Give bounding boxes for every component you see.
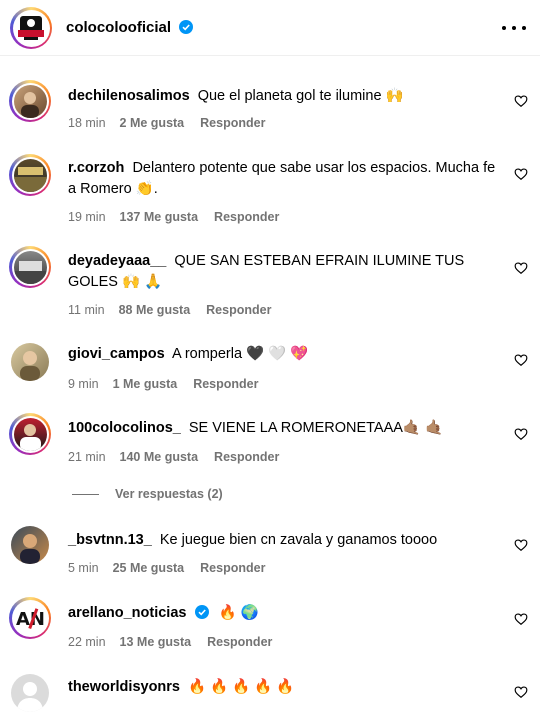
comment-body: 🔥 🔥 🔥 🔥 🔥 [188, 679, 295, 695]
comment-username[interactable]: dechilenosalimos [68, 88, 190, 104]
heart-icon[interactable] [514, 261, 528, 275]
comment-likes[interactable]: 13 Me gusta [120, 635, 192, 649]
comment-meta: 11 min 88 Me gusta Responder [68, 303, 271, 317]
comment-username[interactable]: _bsvtnn.13_ [68, 532, 152, 548]
heart-icon[interactable] [514, 94, 528, 108]
reply-button[interactable]: Responder [207, 635, 272, 649]
comment-meta: 22 min 13 Me gusta Responder [68, 635, 272, 649]
comment-time: 5 min [68, 561, 99, 575]
avatar[interactable] [11, 343, 49, 381]
comment-username[interactable]: giovi_campos [68, 346, 165, 362]
avatar[interactable] [11, 674, 49, 712]
avatar[interactable] [9, 154, 51, 196]
comment-likes[interactable]: 140 Me gusta [120, 450, 199, 464]
comment-text: giovi_campos A romperla 🖤 🤍 💖 [68, 344, 496, 365]
comment-body: Delantero potente que sabe usar los espa… [68, 160, 496, 197]
post-author-name[interactable]: colocolooficial [66, 19, 171, 36]
comment-body: SE VIENE LA ROMERONETAAA🤙🏽 🤙🏽 [188, 420, 444, 436]
heart-icon[interactable] [514, 685, 528, 699]
replies-divider [72, 493, 99, 495]
comment-likes[interactable]: 2 Me gusta [120, 116, 185, 130]
post-author-username[interactable]: colocolooficial [66, 19, 194, 36]
reply-button[interactable]: Responder [206, 303, 271, 317]
more-options-icon[interactable] [502, 18, 526, 38]
comment-body: A romperla 🖤 🤍 💖 [171, 346, 309, 362]
comment-body: Que el planeta gol te ilumine 🙌 [197, 88, 404, 104]
comment-meta: 19 min 137 Me gusta Responder [68, 210, 279, 224]
avatar[interactable]: AN [9, 597, 51, 639]
verified-badge-icon [194, 605, 209, 619]
comment-username[interactable]: deyadeyaaa__ [68, 253, 166, 269]
post-author-avatar[interactable] [10, 7, 52, 49]
comment-likes[interactable]: 25 Me gusta [113, 561, 185, 575]
verified-badge-icon [179, 20, 194, 34]
comment-time: 22 min [68, 635, 106, 649]
comment-likes[interactable]: 1 Me gusta [113, 377, 178, 391]
comment-username[interactable]: arellano_noticias [68, 605, 186, 621]
comment-time: 19 min [68, 210, 106, 224]
comment-body: Ke juegue bien cn zavala y ganamos toooo [159, 532, 438, 548]
avatar[interactable] [9, 246, 51, 288]
comment-likes[interactable]: 137 Me gusta [120, 210, 199, 224]
post-header: colocolooficial [0, 0, 540, 56]
avatar[interactable] [9, 80, 51, 122]
heart-icon[interactable] [514, 353, 528, 367]
comment-username[interactable]: 100colocolinos_ [68, 420, 181, 436]
view-replies-button[interactable]: Ver respuestas (2) [72, 487, 223, 501]
comment-text: r.corzoh Delantero potente que sabe usar… [68, 158, 496, 200]
avatar[interactable] [9, 413, 51, 455]
heart-icon[interactable] [514, 427, 528, 441]
comment-time: 18 min [68, 116, 106, 130]
heart-icon[interactable] [514, 167, 528, 181]
comment-username[interactable]: r.corzoh [68, 160, 124, 176]
comment-time: 11 min [68, 303, 105, 317]
reply-button[interactable]: Responder [200, 561, 265, 575]
comment-meta: 21 min 140 Me gusta Responder [68, 450, 279, 464]
reply-button[interactable]: Responder [200, 116, 265, 130]
comment-meta: 5 min 25 Me gusta Responder [68, 561, 265, 575]
reply-button[interactable]: Responder [214, 450, 279, 464]
reply-button[interactable]: Responder [193, 377, 258, 391]
comment-username[interactable]: theworldisyonrs [68, 679, 180, 695]
reply-button[interactable]: Responder [214, 210, 279, 224]
avatar[interactable] [11, 526, 49, 564]
heart-icon[interactable] [514, 612, 528, 626]
comment-text: _bsvtnn.13_ Ke juegue bien cn zavala y g… [68, 530, 496, 551]
comment-text: dechilenosalimos Que el planeta gol te i… [68, 86, 496, 107]
comment-text: deyadeyaaa__ QUE SAN ESTEBAN EFRAIN ILUM… [68, 251, 496, 293]
comment-text: theworldisyonrs 🔥 🔥 🔥 🔥 🔥 [68, 677, 496, 698]
comment-text: 100colocolinos_ SE VIENE LA ROMERONETAAA… [68, 418, 496, 439]
comment-meta: 18 min 2 Me gusta Responder [68, 116, 265, 130]
heart-icon[interactable] [514, 538, 528, 552]
view-replies-label[interactable]: Ver respuestas (2) [115, 487, 223, 501]
comment-text: arellano_noticias 🔥 🌍 [68, 603, 496, 624]
comment-time: 21 min [68, 450, 106, 464]
comment-meta: 9 min 1 Me gusta Responder [68, 377, 258, 391]
comment-likes[interactable]: 88 Me gusta [119, 303, 191, 317]
comment-time: 9 min [68, 377, 99, 391]
comment-body: 🔥 🌍 [218, 605, 259, 621]
